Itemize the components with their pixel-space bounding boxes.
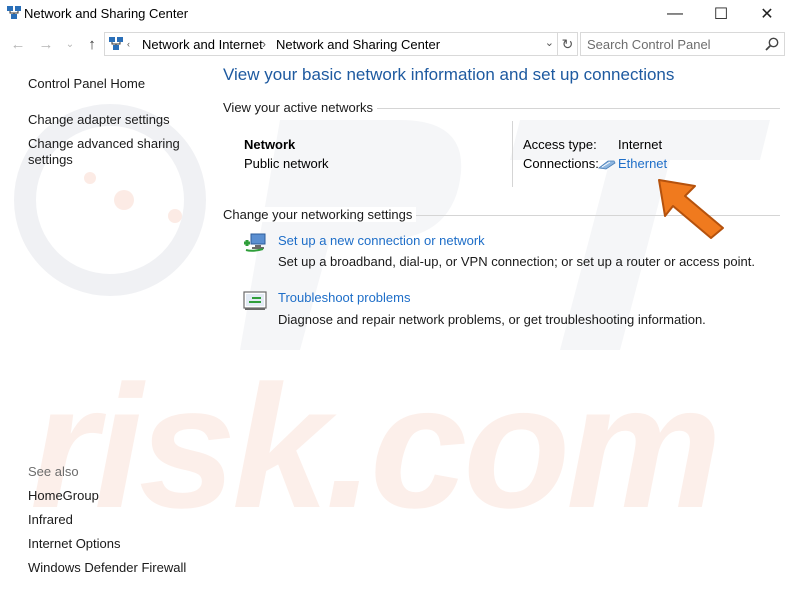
active-networks-heading: View your active networks	[223, 100, 378, 115]
recent-locations-chevron-icon[interactable]: ⌄	[64, 34, 76, 54]
network-category: Public network	[244, 156, 329, 171]
connections-label: Connections:	[523, 156, 599, 171]
maximize-button[interactable]: ☐	[698, 0, 744, 28]
navigation-bar: ← → ⌄ ↑ ‹ Network and Internet › Network…	[0, 31, 790, 57]
homegroup-link[interactable]: HomeGroup	[28, 488, 99, 504]
refresh-icon[interactable]: ↻	[558, 32, 578, 56]
ethernet-icon	[598, 160, 616, 170]
breadcrumb-chevron-icon[interactable]: ‹	[127, 39, 130, 49]
network-info-divider	[512, 121, 513, 187]
troubleshoot-problems-link[interactable]: Troubleshoot problems	[278, 290, 410, 305]
up-arrow-icon[interactable]: ↑	[84, 34, 100, 54]
title-bar: Network and Sharing Center — ☐ ✕	[0, 0, 790, 28]
back-arrow-icon[interactable]: ←	[10, 34, 26, 54]
breadcrumb-separator-icon[interactable]: ›	[262, 37, 266, 51]
close-button[interactable]: ✕	[744, 0, 790, 28]
troubleshoot-icon	[243, 291, 267, 310]
change-advanced-sharing-link-line2[interactable]: settings	[28, 152, 73, 168]
see-also-heading: See also	[28, 464, 79, 479]
search-box[interactable]	[580, 32, 785, 56]
networking-settings-heading: Change your networking settings	[223, 207, 417, 222]
access-type-label: Access type:	[523, 137, 597, 152]
forward-arrow-icon[interactable]: →	[38, 34, 54, 54]
window-title: Network and Sharing Center	[24, 6, 189, 21]
ethernet-connection-link[interactable]: Ethernet	[618, 156, 667, 171]
address-bar[interactable]: ‹ Network and Internet › Network and Sha…	[104, 32, 558, 56]
watermark-text: risk.com	[30, 350, 722, 545]
setup-new-connection-description: Set up a broadband, dial-up, or VPN conn…	[278, 254, 755, 269]
minimize-button[interactable]: —	[652, 0, 698, 28]
setup-new-connection-link[interactable]: Set up a new connection or network	[278, 233, 485, 248]
internet-options-link[interactable]: Internet Options	[28, 536, 121, 552]
search-input[interactable]	[581, 33, 761, 55]
change-advanced-sharing-link[interactable]: Change advanced sharing	[28, 136, 180, 152]
search-icon[interactable]	[764, 36, 780, 52]
infrared-link[interactable]: Infrared	[28, 512, 73, 528]
breadcrumb-network-and-internet[interactable]: Network and Internet	[142, 37, 263, 52]
windows-defender-firewall-link[interactable]: Windows Defender Firewall	[28, 560, 186, 576]
network-center-icon	[7, 6, 21, 19]
orange-pointer-arrow-icon	[658, 179, 724, 239]
new-connection-icon	[244, 233, 266, 252]
control-panel-home-link[interactable]: Control Panel Home	[28, 76, 145, 92]
network-name: Network	[244, 137, 296, 152]
change-adapter-settings-link[interactable]: Change adapter settings	[28, 112, 170, 128]
address-dropdown-icon[interactable]: ⌄	[545, 36, 554, 49]
breadcrumb-network-and-sharing-center[interactable]: Network and Sharing Center	[276, 37, 440, 52]
access-type-value: Internet	[618, 137, 663, 152]
troubleshoot-problems-description: Diagnose and repair network problems, or…	[278, 312, 706, 327]
control-panel-icon	[109, 37, 123, 50]
page-title: View your basic network information and …	[223, 65, 675, 84]
